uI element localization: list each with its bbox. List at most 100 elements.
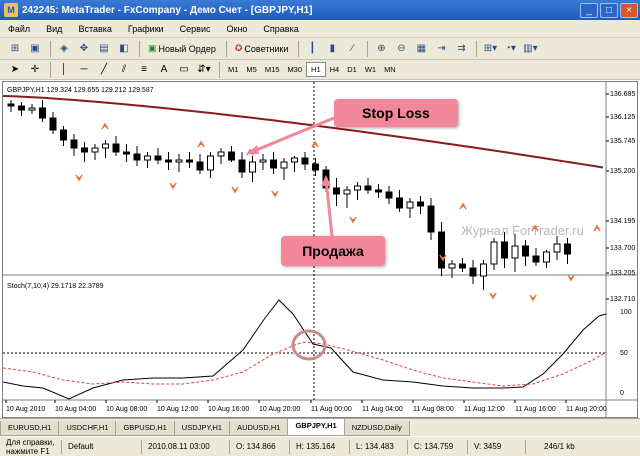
- price-label: 133.205: [610, 270, 635, 277]
- toolbar-separator: [367, 40, 369, 57]
- timeframe-m30[interactable]: M30: [283, 63, 306, 76]
- timeframe-h4[interactable]: H4: [326, 63, 344, 76]
- line-chart-icon[interactable]: ∕: [343, 40, 361, 58]
- timeframe-m1[interactable]: M1: [224, 63, 242, 76]
- arrows-icon[interactable]: ⇵▾: [195, 61, 213, 79]
- bearish-candle: [60, 129, 67, 141]
- cursor-icon[interactable]: ➤: [6, 61, 24, 79]
- toolbar-separator: [139, 40, 140, 57]
- timeframe-w1[interactable]: W1: [361, 63, 380, 76]
- experts-button[interactable]: ✪ Советники: [231, 40, 293, 58]
- timeframe-d1[interactable]: D1: [343, 63, 361, 76]
- connection-icon: [526, 440, 538, 454]
- bullish-candle: [480, 263, 487, 277]
- strategy-tester-icon[interactable]: ◧: [115, 40, 133, 58]
- experts-icon: ✪: [234, 43, 243, 53]
- tab-gbpusd[interactable]: GBPUSD,H1: [115, 421, 175, 436]
- experts-label: Советники: [244, 43, 289, 54]
- horizontal-line-icon[interactable]: ─: [75, 61, 93, 79]
- toolbar-separator: [50, 61, 51, 78]
- menu-bar: Файл Вид Вставка Графики Сервис Окно Спр…: [0, 20, 640, 38]
- channel-icon[interactable]: ⫽: [115, 61, 133, 79]
- periods-icon[interactable]: ◔▾: [501, 40, 519, 58]
- sell-callout: Продажа: [281, 236, 385, 266]
- maximize-button[interactable]: □: [600, 2, 618, 18]
- candles-icon[interactable]: ▮: [323, 40, 341, 58]
- autoscroll-icon[interactable]: ⇉: [452, 40, 470, 58]
- fibonacci-icon[interactable]: ≡: [135, 61, 153, 79]
- crossover-highlight-circle: [291, 329, 327, 361]
- zoom-out-icon[interactable]: ⊖: [392, 40, 410, 58]
- timeframe-h1[interactable]: H1: [306, 62, 326, 77]
- bearish-candle: [501, 241, 508, 259]
- label-icon[interactable]: ▭: [175, 61, 193, 79]
- timeframe-mn[interactable]: MN: [380, 63, 400, 76]
- new-chart-icon[interactable]: ⊞: [6, 40, 24, 58]
- chart-window[interactable]: GBPJPY,H1 129.324 129.655 129.212 129.58…: [2, 81, 638, 418]
- bullish-candle: [490, 241, 498, 265]
- tab-nzdusd[interactable]: NZDUSD,Daily: [343, 421, 410, 436]
- close-button[interactable]: ×: [620, 2, 638, 18]
- bearish-candle: [438, 231, 445, 269]
- terminal-icon[interactable]: ▤: [95, 40, 113, 58]
- profiles-icon[interactable]: ▣: [26, 40, 44, 58]
- tile-windows-icon[interactable]: ▦: [412, 40, 430, 58]
- price-label: 135.745: [610, 138, 635, 145]
- menu-help[interactable]: Справка: [255, 24, 306, 34]
- indicators-icon[interactable]: ⊞▾: [481, 40, 499, 58]
- stoch-level-label: 50: [620, 350, 628, 357]
- vertical-line-icon[interactable]: │: [55, 61, 73, 79]
- window-title: 242245: MetaTrader - FxCompany - Демо Сч…: [22, 4, 313, 16]
- metatrader-icon: M: [4, 3, 18, 17]
- navigator-icon[interactable]: ✥: [75, 40, 93, 58]
- bullish-candle: [144, 155, 151, 161]
- menu-charts[interactable]: Графики: [120, 24, 172, 34]
- stoch-header: Stoch(7,10,4) 29.1718 22.3789: [7, 283, 104, 290]
- time-label: 11 Aug 12:00: [464, 406, 505, 413]
- timeframe-m5[interactable]: M5: [242, 63, 260, 76]
- tab-usdjpy[interactable]: USDJPY,H1: [173, 421, 231, 436]
- crosshair-icon[interactable]: ✛: [26, 61, 44, 79]
- bullish-candle: [102, 143, 109, 149]
- menu-view[interactable]: Вид: [38, 24, 70, 34]
- bullish-candle: [354, 185, 361, 191]
- menu-file[interactable]: Файл: [0, 24, 38, 34]
- bearish-candle: [301, 157, 309, 165]
- menu-tools[interactable]: Сервис: [172, 24, 219, 34]
- bearish-candle: [238, 159, 246, 173]
- market-watch-icon[interactable]: ◈: [55, 40, 73, 58]
- status-bar: Для справки, нажмите F1 Default 2010.08.…: [0, 436, 640, 456]
- minimize-button[interactable]: _: [580, 2, 598, 18]
- templates-icon[interactable]: ▥▾: [521, 40, 539, 58]
- fractal-down-arrow: [271, 190, 279, 198]
- tab-usdchf[interactable]: USDCHF,H1: [58, 421, 117, 436]
- menu-window[interactable]: Окно: [219, 24, 256, 34]
- bearish-candle: [364, 185, 372, 191]
- fractal-up-arrow: [593, 224, 601, 232]
- bar-chart-icon[interactable]: ┃: [303, 40, 321, 58]
- chart-shift-icon[interactable]: ⇥: [432, 40, 450, 58]
- bearish-candle: [81, 147, 88, 153]
- bullish-candle: [259, 159, 267, 163]
- text-icon[interactable]: A: [155, 61, 173, 79]
- time-label: 10 Aug 2010: [6, 406, 45, 413]
- tab-audusd[interactable]: AUDUSD,H1: [229, 421, 289, 436]
- time-label: 11 Aug 16:00: [515, 406, 556, 413]
- zoom-in-icon[interactable]: ⊕: [372, 40, 390, 58]
- trendline-icon[interactable]: ╱: [95, 61, 113, 79]
- new-order-button[interactable]: ▣ Новый Ордер: [144, 40, 220, 58]
- bearish-candle: [196, 161, 204, 171]
- toolbar-separator: [298, 40, 300, 57]
- bullish-candle: [553, 243, 561, 253]
- bearish-candle: [186, 159, 193, 163]
- timeframe-m15[interactable]: M15: [261, 63, 284, 76]
- status-profile: Default: [62, 439, 142, 454]
- fractal-down-arrow: [567, 274, 575, 282]
- tab-gbpjpy[interactable]: GBPJPY,H1: [287, 419, 345, 436]
- stoch-signal-line: [3, 341, 607, 387]
- menu-insert[interactable]: Вставка: [70, 24, 119, 34]
- tab-eurusd[interactable]: EURUSD,H1: [0, 421, 60, 436]
- bearish-candle: [7, 103, 15, 107]
- bullish-candle: [249, 161, 256, 173]
- bearish-candle: [270, 159, 277, 169]
